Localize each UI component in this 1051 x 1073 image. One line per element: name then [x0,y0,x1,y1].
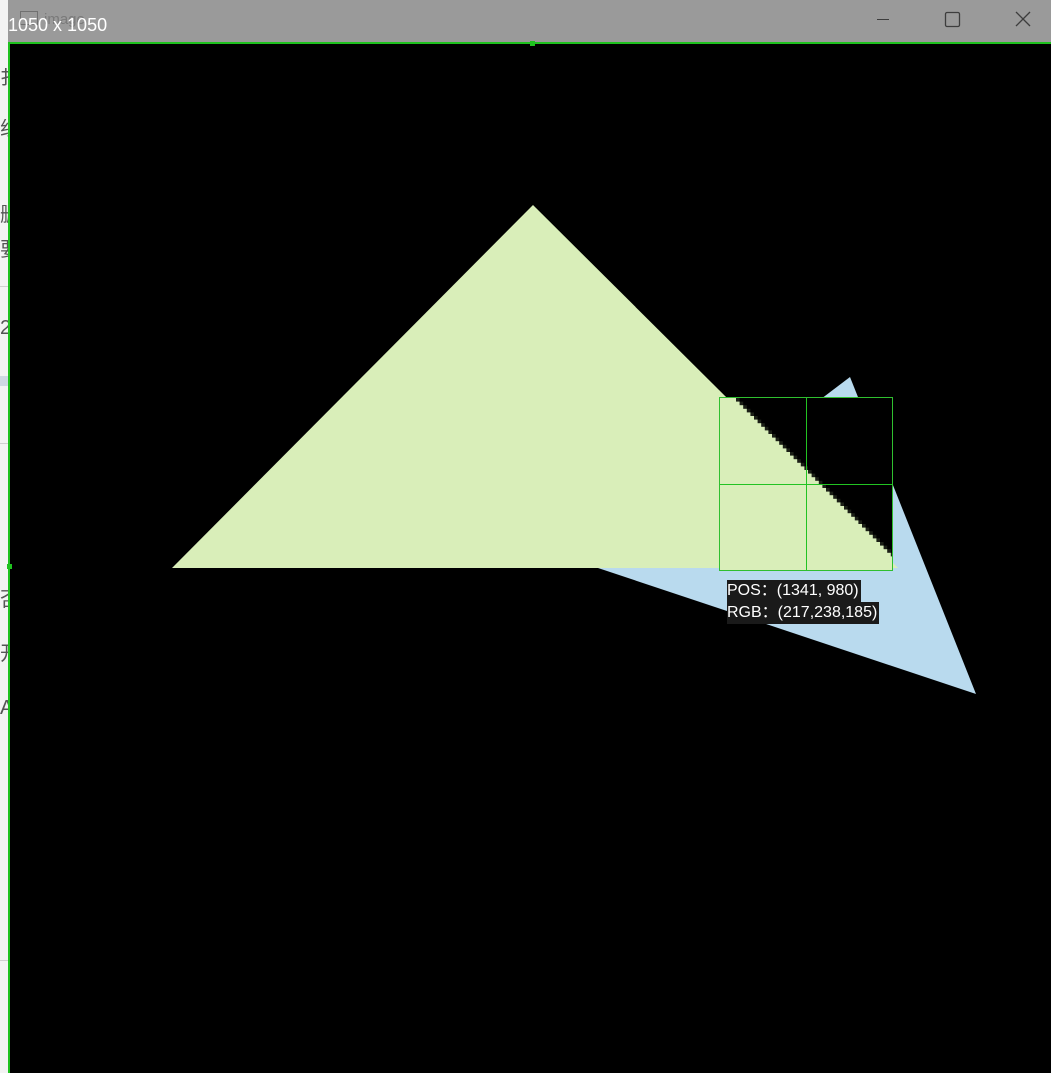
screenshot-root: 扌 组 删 要 2 否 开 A image [0,0,1051,1073]
magnified-edge-pixel [815,477,819,481]
maximize-icon [944,11,961,28]
magnified-edge-pixel [847,509,852,514]
magnified-edge-pixel [786,448,790,452]
capture-handle-left[interactable] [7,564,12,569]
background-glyph: 扌 [0,68,8,88]
capture-border-left [8,42,10,1073]
magnified-edge-pixel [890,552,892,557]
magnified-edge-pixel [808,470,812,474]
magnified-edge-pixel [876,538,880,542]
close-button[interactable] [993,0,1051,40]
magnified-pixels [720,398,892,570]
pixel-rgb-text: RGB：(217,238,185) [727,602,880,624]
magnified-edge-pixel [851,513,855,517]
magnified-edge-pixel [775,437,780,442]
magnified-edge-pixel [782,444,787,449]
magnified-edge-pixel [790,452,794,456]
magnified-edge-pixel [858,520,862,524]
magnified-edge-pixel [757,419,762,424]
magnified-edge-pixel [865,527,870,532]
magnified-edge-pixel [772,434,776,438]
image-canvas[interactable] [8,43,1051,1073]
magnified-edge-pixel [793,455,798,460]
magnified-edge-pixel [844,506,848,510]
magnified-edge-pixel [833,495,837,499]
magnified-edge-pixel [746,408,751,413]
background-glyph: 开 [0,644,8,664]
magnified-edge-pixel [736,398,740,402]
background-glyph: 2 [0,318,8,338]
magnified-edge-pixel [829,491,834,496]
capture-size-label: 1050 x 1050 [8,15,108,35]
magnified-edge-pixel [739,401,744,406]
magnified-edge-pixel [768,430,772,434]
magnified-edge-pixel [800,462,805,467]
magnified-edge-pixel [883,545,888,550]
title-bar[interactable]: image [8,0,1051,43]
background-glyph: 否 [0,590,8,610]
background-glyph: 删 [0,205,8,225]
magnifier-loupe [719,397,893,571]
scene-svg [172,205,976,694]
magnified-edge-pixel [869,531,873,535]
capture-handle-top[interactable] [530,41,535,46]
background-glyph: 要 [0,240,8,260]
magnified-edge-pixel [764,426,769,431]
minimize-icon [877,19,889,20]
magnified-edge-pixel [761,423,765,427]
magnified-edge-pixel [779,441,783,445]
magnified-edge-pixel [818,480,823,485]
magnified-edge-pixel [750,412,754,416]
background-glyph: A [0,698,8,718]
magnified-edge-pixel [887,549,891,553]
magnified-edge-pixel [862,524,866,528]
background-glyph: 组 [0,119,8,139]
pixel-info: POS：(1341, 980) RGB：(217,238,185) [727,580,880,624]
magnified-edge-pixel [743,405,747,409]
magnified-edge-pixel [797,459,801,463]
minimize-button[interactable] [853,0,913,40]
close-icon [1015,11,1031,27]
magnified-edge-pixel [840,502,844,506]
magnified-edge-pixel [826,488,830,492]
magnified-edge-pixel [754,416,758,420]
magnified-edge-pixel [811,473,816,478]
magnified-edge-pixel [854,516,859,521]
magnified-edge-pixel [836,498,841,503]
magnified-edge-pixel [880,542,884,546]
pixel-position-text: POS：(1341, 980) [727,580,861,602]
maximize-button[interactable] [922,0,982,40]
magnified-edge-pixel [872,534,877,539]
